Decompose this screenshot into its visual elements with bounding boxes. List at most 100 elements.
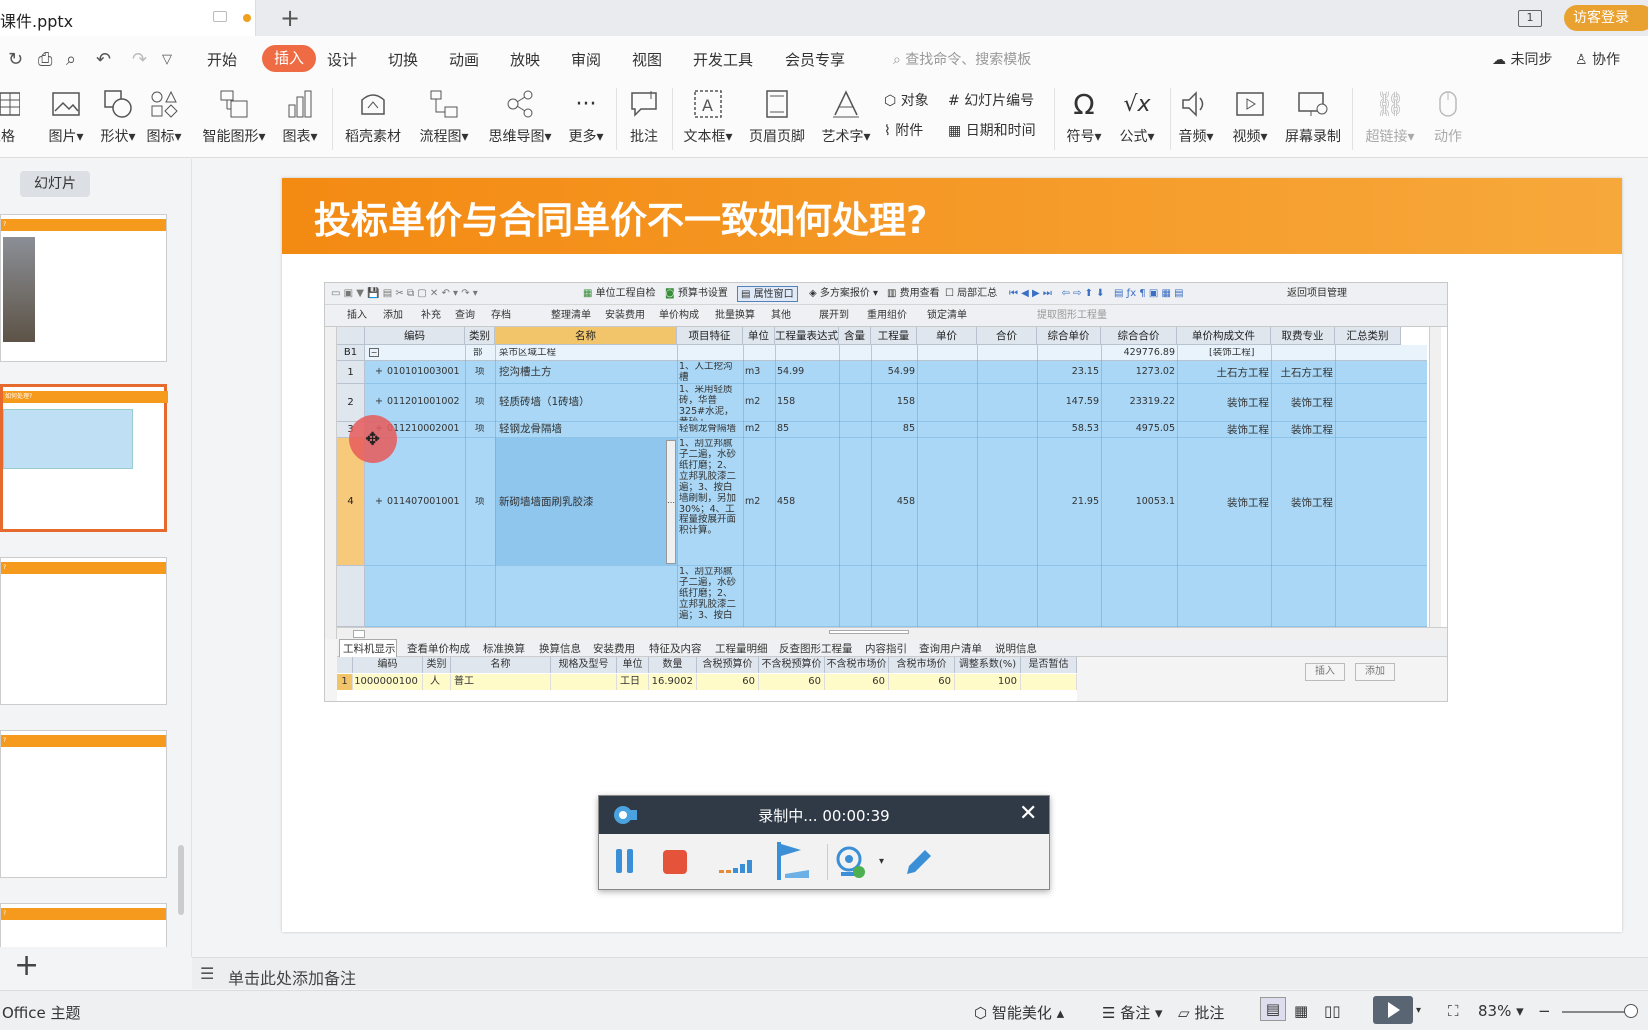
tab-quantity-detail[interactable]: 工程量明细 [715, 641, 768, 656]
flowchart-button[interactable]: 流程图▾ [416, 84, 472, 146]
menu-start[interactable]: 开始 [207, 49, 237, 70]
sub-row-type[interactable]: 人 [423, 674, 451, 690]
redo-disabled-icon[interactable]: ↷ [132, 49, 147, 70]
tab-query-user-list[interactable]: 查询用户清单 [919, 641, 982, 656]
icon-button[interactable]: 图标▾ [142, 84, 186, 146]
add-button[interactable]: 添加 [1355, 663, 1395, 681]
sub-row-provisional[interactable] [1021, 674, 1077, 690]
picture-button[interactable]: 图片▾ [44, 84, 88, 146]
slide-thumbnail-3[interactable]: ? [0, 557, 167, 705]
sub-row-ratio[interactable]: 100 [955, 674, 1021, 690]
thumbnail-scrollbar[interactable] [178, 845, 184, 915]
screen-record-button[interactable]: 屏幕录制 [1280, 84, 1346, 146]
slide-number-button[interactable]: # 幻灯片编号 [948, 90, 1034, 110]
notes-toggle[interactable]: ☰ 备注 ▾ [1102, 1002, 1163, 1023]
sub-row-spec[interactable] [551, 674, 617, 690]
slide-thumbnail-2[interactable]: 如何处理? [0, 384, 168, 532]
menu-view[interactable]: 视图 [632, 49, 662, 70]
expand-icon[interactable]: + [375, 397, 383, 408]
insert-button[interactable]: 插入 [1305, 663, 1345, 681]
zoom-slider-knob[interactable] [1624, 1004, 1638, 1018]
slide-title[interactable]: 投标单价与合同单价不一致如何处理? [314, 190, 927, 244]
monitor-icon[interactable] [213, 11, 227, 22]
hyperlink-button[interactable]: ⛓ 超链接▾ [1360, 84, 1420, 146]
header-footer-button[interactable]: 页眉页脚 [744, 84, 810, 146]
tab-unit-price-composition[interactable]: 查看单价构成 [407, 641, 470, 656]
attachment-button[interactable]: ⌇ 附件 [884, 120, 923, 140]
undo-icon[interactable]: ↶ [96, 49, 111, 70]
expand-icon[interactable]: + [375, 367, 383, 378]
date-time-button[interactable]: ▦ 日期和时间 [948, 120, 1036, 140]
chart-button[interactable]: 图表▾ [278, 84, 322, 146]
embedded-software-screenshot[interactable]: ▭ ▣ ▼ 💾 ▤ ✂ ⧉ ▢ ✕ ↶ ▾ ↷ ▾ ▦ 单位工程自检 ◙ 预算书… [324, 282, 1448, 702]
fit-window-icon[interactable]: ⛶ [1448, 1002, 1459, 1020]
theme-name[interactable]: Office 主题 [2, 1002, 81, 1023]
tab-features-content[interactable]: 特征及内容 [649, 641, 702, 656]
reading-view-icon[interactable]: ▯▯ [1324, 1002, 1341, 1020]
action-button[interactable]: 动作 [1426, 84, 1470, 146]
notes-pane[interactable]: ☰ 单击此处添加备注 [192, 957, 1648, 989]
menu-member[interactable]: 会员专享 [785, 49, 845, 70]
table-button[interactable]: 表格 [0, 84, 20, 146]
expand-icon[interactable]: + [375, 497, 383, 508]
tab-conversion-info[interactable]: 换算信息 [539, 641, 581, 656]
sub-row-price[interactable]: 60 [759, 674, 825, 690]
print-icon[interactable]: ⎙ [38, 49, 52, 70]
menu-design[interactable]: 设计 [327, 49, 357, 70]
textbox-button[interactable]: A 文本框▾ [680, 84, 736, 146]
wordart-button[interactable]: 艺术字▾ [816, 84, 876, 146]
screen-recorder-panel[interactable]: 录制中... 00:00:39 ✕ ▾ [598, 795, 1050, 890]
play-slideshow-button[interactable] [1373, 996, 1413, 1024]
grid-horizontal-scrollbar[interactable] [337, 627, 1447, 639]
video-button[interactable]: 视频▾ [1226, 84, 1274, 146]
sub-row-price[interactable]: 60 [889, 674, 955, 690]
menu-developer[interactable]: 开发工具 [693, 49, 753, 70]
object-button[interactable]: ⬡ 对象 [884, 90, 929, 110]
grid-vertical-scrollbar[interactable] [1429, 327, 1441, 627]
grid-view-icon[interactable]: ▦ [1294, 1002, 1308, 1020]
symbol-button[interactable]: Ω 符号▾ [1062, 84, 1106, 146]
sub-row-price[interactable]: 60 [697, 674, 759, 690]
command-search[interactable]: ⌕ 查找命令、搜索模板 [893, 49, 1031, 69]
formula-button[interactable]: √x 公式▾ [1112, 84, 1162, 146]
new-tab-plus-icon[interactable]: + [280, 4, 300, 32]
slide-thumbnail-5[interactable]: ? [0, 903, 167, 947]
print-preview-icon[interactable]: ⌕ [66, 49, 76, 70]
tab-description[interactable]: 说明信息 [995, 641, 1037, 656]
sub-row-unit[interactable]: 工日 [617, 674, 649, 690]
redo-icon[interactable]: ↻ [8, 49, 23, 70]
tab-standard-conversion[interactable]: 标准换算 [483, 641, 525, 656]
notes-placeholder[interactable]: 单击此处添加备注 [228, 965, 356, 989]
sub-row-name[interactable]: 普工 [451, 674, 551, 690]
more-button[interactable]: ··· 更多▾ [564, 84, 608, 146]
smart-art-button[interactable]: 智能图形▾ [198, 84, 270, 146]
sub-row-qty[interactable]: 16.9002 [649, 674, 697, 690]
comment-toggle[interactable]: ▱ 批注 [1178, 1002, 1224, 1023]
tab-installation-fee[interactable]: 安装费用 [593, 641, 635, 656]
zoom-out-icon[interactable]: − [1538, 1002, 1551, 1020]
menu-review[interactable]: 审阅 [571, 49, 601, 70]
slide-thumbnail-1[interactable]: ? [0, 214, 167, 362]
document-tab[interactable]: 课件.pptx [0, 0, 256, 36]
tab-labor-material[interactable]: 工料机显示 [343, 641, 396, 656]
docer-material-button[interactable]: 稻壳素材 [342, 84, 404, 146]
slides-tab[interactable]: 幻灯片 [20, 171, 90, 197]
comment-button[interactable]: 批注 [622, 84, 666, 146]
table-row[interactable] [365, 566, 1427, 627]
menu-transition[interactable]: 切换 [388, 49, 418, 70]
login-button[interactable]: 访客登录 [1564, 5, 1648, 31]
customize-quick-access-icon[interactable]: ▽ [162, 52, 172, 67]
slide-thumbnail-4[interactable]: ? [0, 730, 167, 878]
collapse-icon[interactable]: − [369, 348, 379, 357]
tab-reverse-lookup[interactable]: 反查图形工程量 [779, 641, 853, 656]
menu-insert[interactable]: 插入 [262, 45, 316, 72]
menu-slideshow[interactable]: 放映 [510, 49, 540, 70]
zoom-slider[interactable] [1562, 1011, 1632, 1013]
menu-animation[interactable]: 动画 [449, 49, 479, 70]
tab-content-guide[interactable]: 内容指引 [865, 641, 907, 656]
shape-button[interactable]: 形状▾ [96, 84, 140, 146]
collab-button[interactable]: ♙ 协作 [1575, 49, 1620, 69]
normal-view-icon[interactable]: ▤ [1260, 997, 1286, 1021]
webcam-dropdown-icon[interactable]: ▾ [879, 856, 884, 867]
sync-status[interactable]: ☁ 未同步 [1492, 49, 1552, 69]
